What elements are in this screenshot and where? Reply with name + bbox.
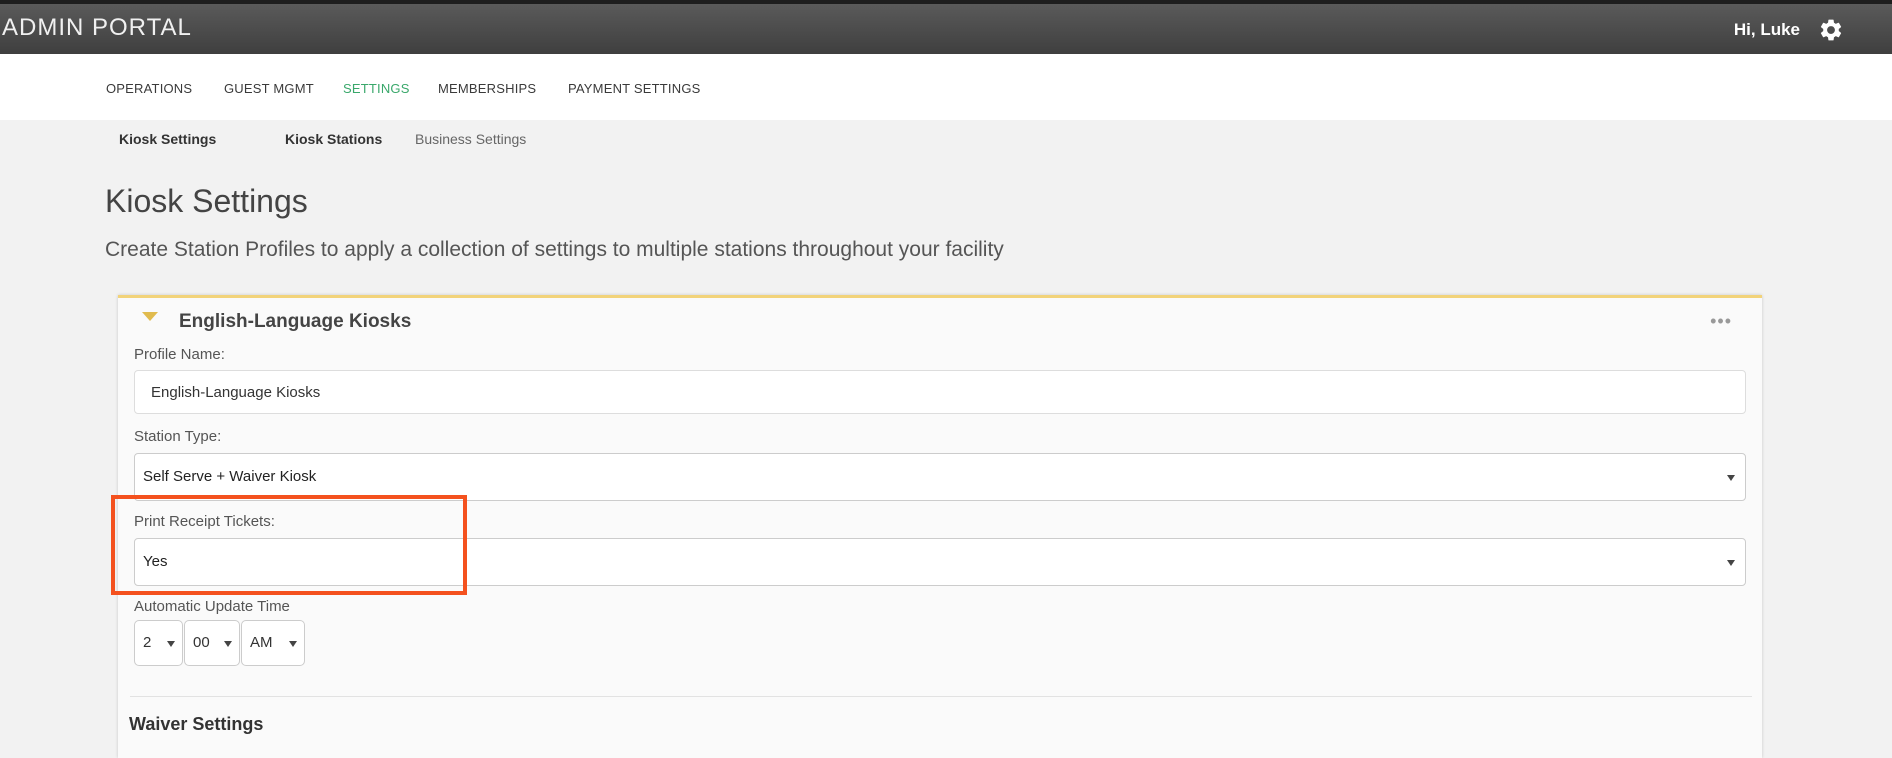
subnav-business-settings[interactable]: Business Settings — [415, 131, 526, 147]
waiver-settings-heading: Waiver Settings — [129, 714, 264, 734]
station-type-label: Station Type: — [134, 428, 222, 445]
print-receipt-label: Print Receipt Tickets: — [134, 513, 275, 530]
update-hour-value: 2 — [143, 634, 152, 651]
app-brand: ADMIN PORTAL — [2, 14, 192, 41]
main-nav: OPERATIONS GUEST MGMT SETTINGS MEMBERSHI… — [0, 54, 1892, 120]
profile-card-title: English-Language Kiosks — [179, 311, 412, 332]
update-period-select[interactable]: AM — [241, 620, 305, 666]
nav-guest-mgmt[interactable]: GUEST MGMT — [224, 81, 314, 96]
profile-name-input[interactable] — [134, 370, 1746, 414]
nav-memberships[interactable]: MEMBERSHIPS — [438, 81, 536, 96]
user-greeting[interactable]: Hi, Luke — [1734, 20, 1800, 40]
nav-settings[interactable]: SETTINGS — [343, 81, 410, 96]
profile-name-label: Profile Name: — [134, 346, 225, 363]
station-type-value: Self Serve + Waiver Kiosk — [143, 468, 317, 485]
update-minute-value: 00 — [193, 634, 210, 651]
update-minute-select[interactable]: 00 — [184, 620, 240, 666]
page-subtitle: Create Station Profiles to apply a colle… — [105, 238, 1004, 261]
nav-payment-settings[interactable]: PAYMENT SETTINGS — [568, 81, 701, 96]
chevron-down-icon — [1727, 560, 1735, 566]
subnav-kiosk-settings[interactable]: Kiosk Settings — [119, 131, 216, 147]
station-profile-card: English-Language Kiosks ••• Profile Name… — [118, 295, 1762, 758]
gear-icon[interactable] — [1818, 17, 1844, 43]
chevron-down-icon — [289, 641, 297, 647]
print-receipt-value: Yes — [143, 553, 168, 570]
top-bar: ADMIN PORTAL Hi, Luke — [0, 0, 1892, 54]
nav-operations[interactable]: OPERATIONS — [106, 81, 192, 96]
subnav-kiosk-stations[interactable]: Kiosk Stations — [285, 131, 382, 147]
print-receipt-select[interactable]: Yes — [134, 538, 1746, 586]
more-dots-icon[interactable]: ••• — [1710, 311, 1732, 332]
collapse-caret-icon[interactable] — [142, 312, 158, 321]
page-title: Kiosk Settings — [105, 183, 308, 219]
chevron-down-icon — [167, 641, 175, 647]
section-divider — [130, 696, 1752, 697]
chevron-down-icon — [1727, 475, 1735, 481]
station-type-select[interactable]: Self Serve + Waiver Kiosk — [134, 453, 1746, 501]
update-period-value: AM — [250, 634, 273, 651]
chevron-down-icon — [224, 641, 232, 647]
update-time-label: Automatic Update Time — [134, 598, 290, 615]
update-hour-select[interactable]: 2 — [134, 620, 183, 666]
